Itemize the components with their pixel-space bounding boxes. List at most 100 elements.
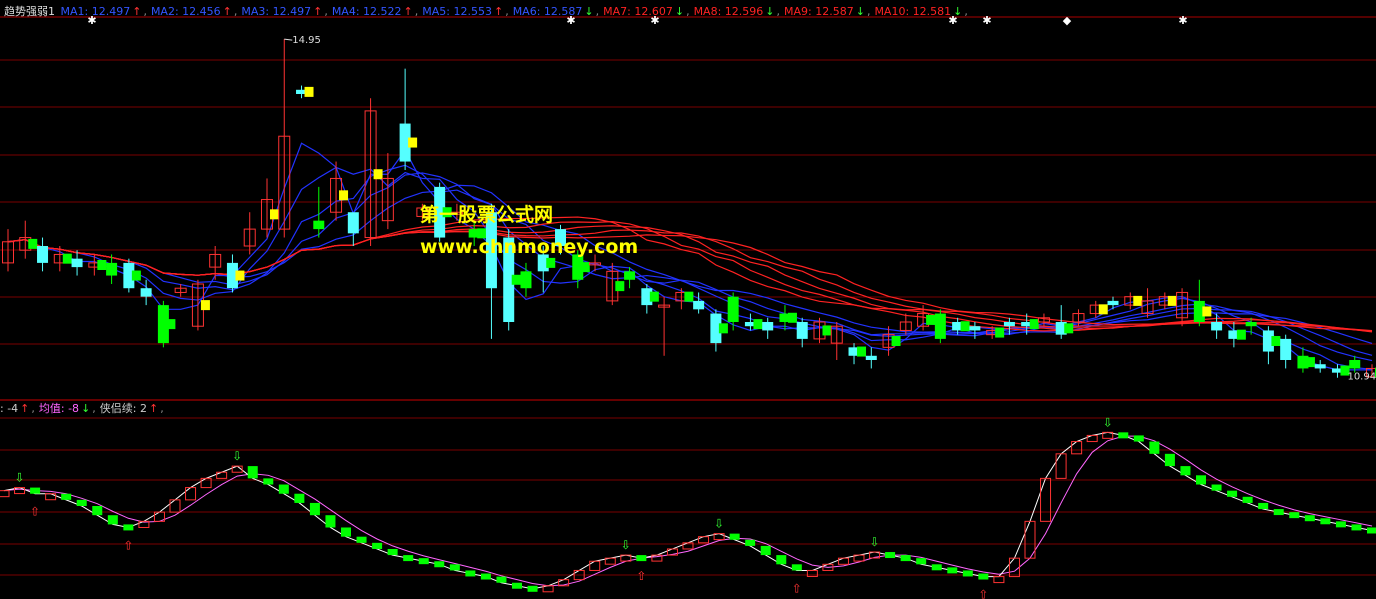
osc-bar-down [294, 493, 305, 503]
watermark-url: www.chnmoney.com [420, 236, 639, 258]
ma-legend-8: MA8: 12.596 ↓, [693, 5, 780, 18]
candle-body-down [347, 212, 359, 234]
ma-legend-4: MA4: 12.522 ↑, [331, 5, 419, 18]
ma-legend-label: MA3: 12.497 [241, 5, 312, 18]
trend-marker [166, 319, 176, 330]
osc-bar-down [1118, 432, 1129, 439]
trend-marker [857, 346, 867, 357]
osc-bar-down [496, 576, 507, 583]
trend-marker [684, 291, 694, 302]
candle-body-down [106, 262, 118, 276]
candle-body-down [934, 313, 946, 339]
candle-body-down [1211, 322, 1223, 331]
osc-bar-up [1055, 453, 1067, 479]
peak-arrow: ⇩ [621, 538, 631, 552]
trend-marker [926, 314, 936, 325]
sub-legend-label: : -4 [0, 402, 19, 415]
trend-marker [822, 325, 832, 336]
osc-bar-down [325, 515, 336, 528]
trough-arrow: ⇧ [636, 569, 646, 583]
trough-arrow: ⇧ [30, 505, 40, 519]
trend-marker [1133, 295, 1143, 306]
osc-bar-down [962, 570, 973, 577]
osc-bar-down [465, 570, 476, 577]
trend-marker [269, 209, 279, 220]
trend-marker [373, 169, 383, 180]
peak-arrow: ⇩ [870, 535, 880, 549]
ma-legend-label: MA2: 12.456 [150, 5, 221, 18]
osc-bar-down [123, 524, 134, 531]
osc-bar-down [61, 493, 72, 500]
sub-legend-arrow: ↓ [81, 402, 91, 415]
ma-line-blue [7, 166, 1373, 370]
trend-marker [649, 291, 659, 302]
candle-body-down [1003, 322, 1015, 327]
trend-marker [304, 86, 314, 97]
trend-marker [131, 270, 141, 281]
ma-legend-label: MA8: 12.596 [693, 5, 764, 18]
ma-legend-2: MA2: 12.456 ↑, [150, 5, 238, 18]
osc-bar-down [418, 558, 429, 565]
osc-bar-down [247, 466, 258, 479]
trend-marker [615, 281, 625, 292]
osc-bar-down [900, 555, 911, 562]
trend-marker [787, 312, 797, 323]
candle-body-down [313, 220, 325, 230]
trough-arrow: ⇧ [978, 588, 988, 599]
osc-bar-down [1289, 512, 1300, 519]
osc-bar-down [1196, 475, 1206, 485]
ma-line-blue [7, 172, 1373, 356]
ma-line-blue [7, 164, 1373, 362]
ma-legend-7: MA7: 12.607 ↓, [603, 5, 690, 18]
diamond-marker: ◆ [1063, 14, 1072, 27]
ma-legend-arrow: ↑ [493, 5, 504, 18]
ma-legend-arrow: ↑ [132, 5, 142, 18]
candle-body-down [762, 322, 774, 331]
ma-legend-6: MA6: 12.587 ↓, [512, 5, 600, 18]
peak-arrow: ⇩ [232, 449, 242, 463]
trend-marker [1271, 336, 1281, 346]
high-price-label: 14.95 [292, 35, 321, 46]
osc-bar-down [341, 527, 351, 537]
trough-arrow: ⇧ [792, 581, 802, 595]
candle-body-down [865, 355, 877, 360]
stock-chart[interactable]: ✱✱✱✱✱✱◆14.9510.94⇩⇧⇧⇩⇧⇩⇧⇩⇧⇩⇧⇩ [0, 0, 1376, 599]
trend-marker [511, 274, 521, 285]
osc-bar-down [931, 564, 942, 571]
trough-arrow: ⇧ [123, 538, 133, 552]
sub-legend-arrow: ↑ [148, 402, 159, 415]
osc-bar-down [745, 539, 756, 546]
osc-bar-down [527, 585, 538, 592]
watermark-title: 第一股票公式网 [420, 204, 554, 226]
low-price-label: 10.94 [1347, 372, 1376, 383]
osc-bar-down [1164, 453, 1175, 467]
ma-legend-label: MA1: 12.497 [60, 5, 131, 18]
trend-marker [28, 238, 38, 249]
sub-legend-2: 均值: -8 ↓, [38, 402, 96, 415]
osc-bar-down [885, 552, 896, 559]
osc-bar-down [403, 555, 414, 562]
osc-bar-down [1242, 496, 1253, 503]
osc-bar-down [1258, 502, 1269, 510]
candle-body-down [140, 288, 152, 297]
peak-arrow: ⇩ [15, 471, 25, 485]
osc-bar-down [1211, 484, 1222, 491]
osc-bar-down [1304, 515, 1315, 522]
candle-body-down [520, 271, 532, 289]
trend-marker [200, 300, 210, 311]
osc-bar-down [947, 567, 958, 574]
osc-bar-down [1227, 490, 1238, 497]
osc-bar-down [512, 582, 522, 589]
ma-legend-label: MA7: 12.607 [603, 5, 673, 18]
ma-legend-arrow: ↓ [765, 5, 775, 18]
trend-marker [580, 262, 590, 273]
star-marker: ✱ [982, 14, 991, 27]
osc-bar-down [309, 502, 320, 516]
sub-legend-3: 侠侣续: 2 ↑, [99, 402, 164, 415]
ma-legend-arrow: ↓ [584, 5, 594, 18]
osc-bar-down [1335, 521, 1346, 528]
osc-bar-down [791, 564, 802, 571]
candle-body-down [693, 300, 705, 310]
ma-legend-label: MA4: 12.522 [331, 5, 402, 18]
sub-legend-label: 均值: -8 [38, 402, 80, 415]
